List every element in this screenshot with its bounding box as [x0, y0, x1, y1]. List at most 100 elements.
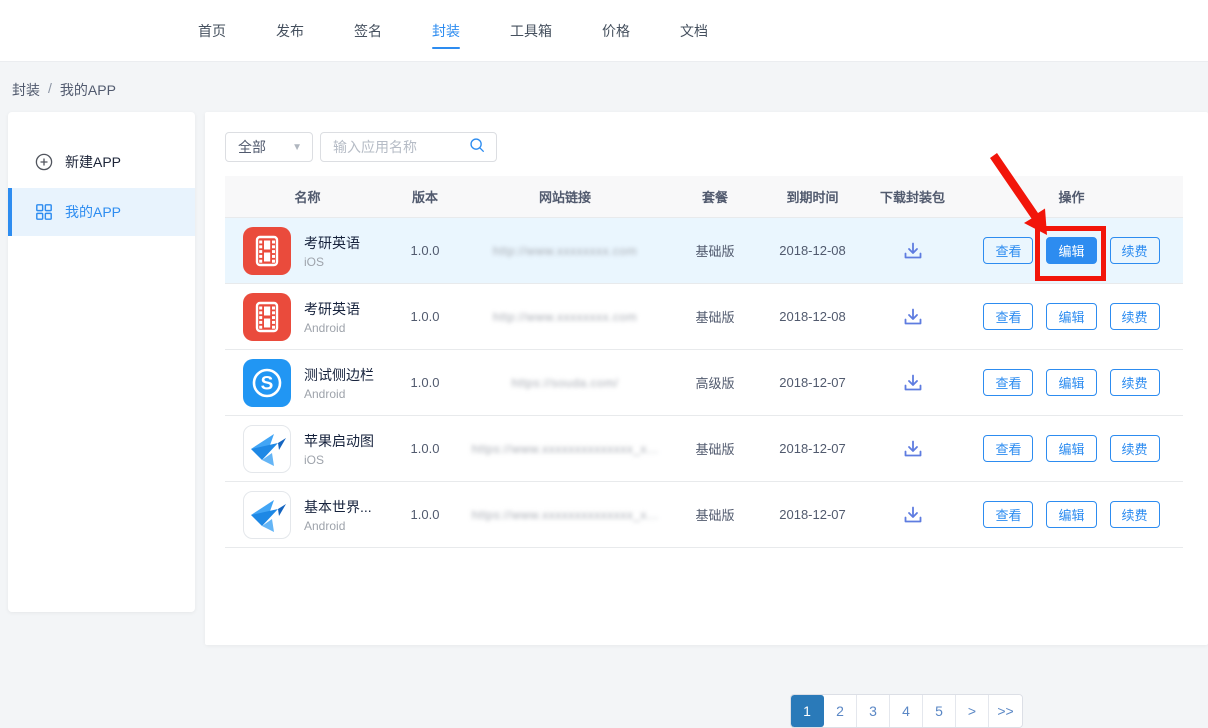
edit-button[interactable]: 编辑 [1046, 237, 1096, 264]
renew-button[interactable]: 续费 [1110, 435, 1160, 462]
bird-app-icon [243, 425, 291, 473]
last-page-button[interactable]: >> [989, 695, 1022, 727]
category-select-value: 全部 [238, 137, 266, 157]
nav-item-toolbox[interactable]: 工具箱 [510, 0, 552, 62]
download-icon [902, 504, 924, 526]
app-table: 名称 版本 网站链接 套餐 到期时间 下载封装包 操作 [225, 176, 1183, 548]
app-version: 1.0.0 [390, 441, 460, 456]
breadcrumb-separator: / [48, 80, 52, 100]
app-url-redacted: https://souda.com/ [511, 376, 618, 390]
edit-button[interactable]: 编辑 [1046, 303, 1096, 330]
download-package-button[interactable] [902, 306, 924, 328]
col-header-expiry: 到期时间 [760, 187, 865, 206]
app-version: 1.0.0 [390, 243, 460, 258]
col-header-name: 名称 [225, 187, 390, 206]
edit-button[interactable]: 编辑 [1046, 501, 1096, 528]
top-navigation: 首页 发布 签名 封装 工具箱 价格 文档 [0, 0, 1208, 62]
nav-item-package-active[interactable]: 封装 [432, 0, 460, 62]
view-button[interactable]: 查看 [983, 303, 1033, 330]
nav-item-signature[interactable]: 签名 [354, 0, 382, 62]
download-package-button[interactable] [902, 438, 924, 460]
breadcrumb-section[interactable]: 封装 [12, 80, 40, 100]
download-icon [902, 438, 924, 460]
app-plan: 基础版 [670, 439, 760, 458]
sidebar-item-new-app[interactable]: 新建APP [8, 138, 195, 186]
pagination: 1 2 3 4 5 > >> [790, 694, 1023, 728]
view-button[interactable]: 查看 [983, 435, 1033, 462]
s-swirl-app-icon: S [243, 359, 291, 407]
view-button[interactable]: 查看 [983, 369, 1033, 396]
breadcrumb: 封装 / 我的APP [12, 80, 116, 100]
filter-bar: 全部 ▼ [225, 132, 497, 162]
edit-button[interactable]: 编辑 [1046, 435, 1096, 462]
col-header-plan: 套餐 [670, 187, 760, 206]
app-expiry: 2018-12-07 [760, 507, 865, 522]
download-icon [902, 240, 924, 262]
app-expiry: 2018-12-08 [760, 309, 865, 324]
search-input[interactable] [333, 139, 468, 155]
page-button-1[interactable]: 1 [791, 695, 824, 727]
col-header-download: 下载封装包 [865, 187, 960, 206]
app-plan: 基础版 [670, 241, 760, 260]
search-icon[interactable] [468, 136, 486, 159]
nav-item-home[interactable]: 首页 [198, 0, 226, 62]
page-button-5[interactable]: 5 [923, 695, 956, 727]
view-button[interactable]: 查看 [983, 237, 1033, 264]
app-plan: 基础版 [670, 307, 760, 326]
app-screen: 首页 发布 签名 封装 工具箱 价格 文档 封装 / 我的APP 新建APP [0, 0, 1208, 649]
app-platform: iOS [304, 453, 374, 467]
app-name: 考研英语 [304, 233, 360, 253]
table-row: S 测试侧边栏 Android 1.0.0 https://souda.com/… [225, 350, 1183, 416]
page-button-2[interactable]: 2 [824, 695, 857, 727]
svg-text:S: S [261, 373, 274, 394]
download-icon [902, 306, 924, 328]
nav-item-docs[interactable]: 文档 [680, 0, 708, 62]
sidebar-item-label: 我的APP [65, 202, 121, 222]
app-expiry: 2018-12-07 [760, 441, 865, 456]
table-row: 考研英语 Android 1.0.0 http://www.xxxxxxxx.c… [225, 284, 1183, 350]
renew-button[interactable]: 续费 [1110, 237, 1160, 264]
view-button[interactable]: 查看 [983, 501, 1033, 528]
app-url-redacted: https://www.xxxxxxxxxxxxxx_x... [472, 442, 659, 456]
film-app-icon [243, 227, 291, 275]
film-app-icon [243, 293, 291, 341]
sidebar-item-label: 新建APP [65, 152, 121, 172]
page-button-3[interactable]: 3 [857, 695, 890, 727]
app-platform: Android [304, 519, 372, 533]
edit-button[interactable]: 编辑 [1046, 369, 1096, 396]
next-page-button[interactable]: > [956, 695, 989, 727]
renew-button[interactable]: 续费 [1110, 303, 1160, 330]
chevron-down-icon: ▼ [292, 142, 302, 153]
download-icon [902, 372, 924, 394]
app-plan: 高级版 [670, 373, 760, 392]
app-url-redacted: https://www.xxxxxxxxxxxxxx_x... [472, 508, 659, 522]
app-version: 1.0.0 [390, 309, 460, 324]
app-version: 1.0.0 [390, 507, 460, 522]
app-name: 测试侧边栏 [304, 365, 374, 385]
app-platform: Android [304, 321, 360, 335]
main-content: 全部 ▼ 名称 版本 网站链接 套餐 到期时间 下载封装包 [205, 112, 1208, 645]
sidebar-item-my-app[interactable]: 我的APP [8, 188, 195, 236]
app-name: 考研英语 [304, 299, 360, 319]
app-plan: 基础版 [670, 505, 760, 524]
download-package-button[interactable] [902, 240, 924, 262]
category-select[interactable]: 全部 ▼ [225, 132, 313, 162]
bird-app-icon [243, 491, 291, 539]
download-package-button[interactable] [902, 504, 924, 526]
search-box [320, 132, 497, 162]
app-url-redacted: http://www.xxxxxxxx.com [493, 244, 637, 258]
download-package-button[interactable] [902, 372, 924, 394]
renew-button[interactable]: 续费 [1110, 369, 1160, 396]
col-header-url: 网站链接 [460, 187, 670, 206]
col-header-version: 版本 [390, 187, 460, 206]
table-row: 基本世界... Android 1.0.0 https://www.xxxxxx… [225, 482, 1183, 548]
renew-button[interactable]: 续费 [1110, 501, 1160, 528]
app-url-redacted: http://www.xxxxxxxx.com [493, 310, 637, 324]
nav-item-publish[interactable]: 发布 [276, 0, 304, 62]
sidebar: 新建APP 我的APP [8, 112, 195, 612]
page-button-4[interactable]: 4 [890, 695, 923, 727]
app-expiry: 2018-12-08 [760, 243, 865, 258]
app-name: 苹果启动图 [304, 431, 374, 451]
app-platform: Android [304, 387, 374, 401]
nav-item-pricing[interactable]: 价格 [602, 0, 630, 62]
